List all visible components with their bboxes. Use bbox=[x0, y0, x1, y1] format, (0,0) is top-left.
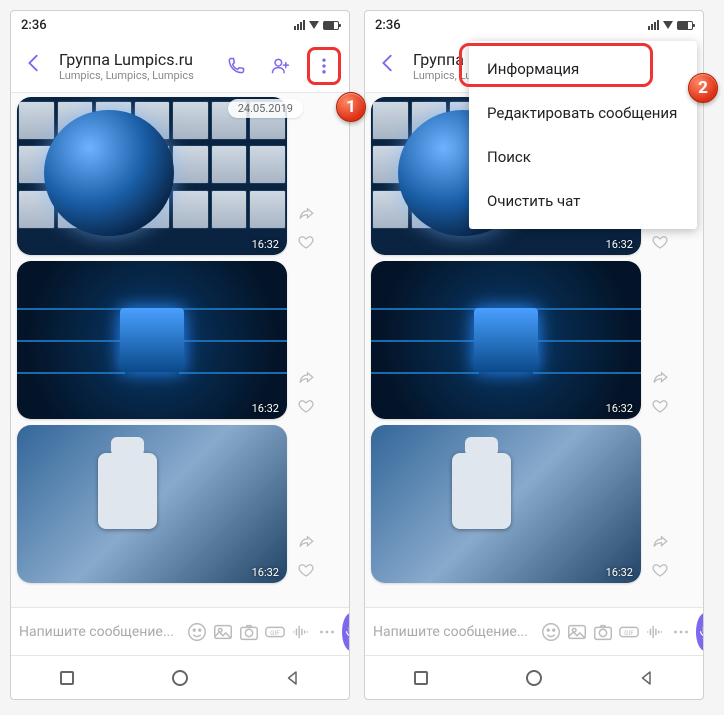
like-icon[interactable] bbox=[651, 561, 669, 583]
more-input-icon[interactable] bbox=[316, 617, 338, 647]
like-icon[interactable] bbox=[297, 561, 315, 583]
svg-text:GIF: GIF bbox=[270, 628, 280, 636]
sticker-icon[interactable] bbox=[540, 617, 562, 647]
battery-icon bbox=[323, 21, 339, 30]
chat-title: Группа Lumpics.ru bbox=[59, 50, 209, 69]
message-time: 16:32 bbox=[606, 402, 633, 415]
share-icon[interactable] bbox=[297, 369, 315, 391]
like-icon[interactable] bbox=[297, 233, 315, 255]
menu-search[interactable]: Поиск bbox=[469, 135, 697, 179]
input-bar: Напишите сообщение... GIF bbox=[11, 607, 349, 655]
gif-icon[interactable]: GIF bbox=[264, 617, 286, 647]
chat-header: Группа Lumpics.ru Lumpics, Lumpics, Lump… bbox=[11, 39, 349, 93]
menu-edit-messages[interactable]: Редактировать сообщения bbox=[469, 91, 697, 135]
nav-recent[interactable] bbox=[47, 658, 87, 698]
nav-home[interactable] bbox=[160, 658, 200, 698]
share-icon[interactable] bbox=[651, 533, 669, 555]
like-icon[interactable] bbox=[651, 397, 669, 419]
back-button[interactable] bbox=[19, 48, 49, 84]
message-time: 16:32 bbox=[606, 238, 633, 251]
back-button[interactable] bbox=[373, 48, 403, 84]
message-input[interactable]: Напишите сообщение... bbox=[19, 624, 178, 640]
share-icon[interactable] bbox=[297, 205, 315, 227]
status-time: 2:36 bbox=[375, 18, 401, 33]
signal-icon bbox=[648, 20, 659, 30]
call-button[interactable] bbox=[219, 49, 253, 83]
message-time: 16:32 bbox=[252, 402, 279, 415]
more-button[interactable] bbox=[312, 52, 336, 80]
mic-button[interactable] bbox=[696, 613, 704, 651]
menu-clear-chat[interactable]: Очистить чат bbox=[469, 179, 697, 223]
camera-icon[interactable] bbox=[592, 617, 614, 647]
nav-home[interactable] bbox=[514, 658, 554, 698]
message-actions bbox=[287, 205, 321, 255]
image-message[interactable]: 16:32 bbox=[371, 261, 641, 419]
share-icon[interactable] bbox=[651, 369, 669, 391]
input-bar: Напишите сообщение... GIF bbox=[365, 607, 703, 655]
message-row: 16:32 bbox=[371, 425, 697, 583]
step-badge-1: 1 bbox=[336, 92, 366, 122]
image-message[interactable]: 16:32 bbox=[17, 261, 287, 419]
message-actions bbox=[287, 369, 321, 419]
svg-text:GIF: GIF bbox=[624, 628, 634, 636]
wifi-icon bbox=[309, 21, 319, 29]
mic-button[interactable] bbox=[342, 613, 350, 651]
image-message[interactable]: 16:32 bbox=[371, 425, 641, 583]
status-icons bbox=[294, 20, 339, 30]
image-message[interactable]: 16:32 bbox=[17, 97, 287, 255]
android-navbar bbox=[11, 655, 349, 699]
image-message[interactable]: 16:32 bbox=[17, 425, 287, 583]
message-row: 16:32 bbox=[17, 425, 343, 583]
message-row: 16:32 bbox=[17, 261, 343, 419]
wifi-icon bbox=[663, 21, 673, 29]
gallery-icon[interactable] bbox=[212, 617, 234, 647]
message-time: 16:32 bbox=[606, 566, 633, 579]
nav-back[interactable] bbox=[273, 658, 313, 698]
phone-right: 2:36 Группа Lumpics.ru Lumpics, Lumpics,… bbox=[364, 10, 704, 700]
nav-recent[interactable] bbox=[401, 658, 441, 698]
audio-wave-icon[interactable] bbox=[644, 617, 666, 647]
message-row: 16:32 bbox=[17, 97, 343, 255]
sticker-icon[interactable] bbox=[186, 617, 208, 647]
android-navbar bbox=[365, 655, 703, 699]
header-titles[interactable]: Группа Lumpics.ru Lumpics, Lumpics, Lump… bbox=[59, 50, 209, 82]
signal-icon bbox=[294, 20, 305, 30]
nav-back[interactable] bbox=[627, 658, 667, 698]
status-bar: 2:36 bbox=[365, 11, 703, 39]
camera-icon[interactable] bbox=[238, 617, 260, 647]
step-badge-2: 2 bbox=[688, 73, 718, 103]
message-input[interactable]: Напишите сообщение... bbox=[373, 624, 532, 640]
message-time: 16:32 bbox=[252, 566, 279, 579]
share-icon[interactable] bbox=[297, 533, 315, 555]
gif-icon[interactable]: GIF bbox=[618, 617, 640, 647]
more-button-highlight bbox=[307, 47, 341, 85]
message-time: 16:32 bbox=[252, 238, 279, 251]
overflow-menu: Информация Редактировать сообщения Поиск… bbox=[469, 41, 697, 229]
menu-info[interactable]: Информация bbox=[469, 47, 697, 91]
chat-body[interactable]: 24.05.2019 16:32 bbox=[11, 93, 349, 607]
chat-subtitle: Lumpics, Lumpics, Lumpics bbox=[59, 69, 209, 82]
audio-wave-icon[interactable] bbox=[290, 617, 312, 647]
status-bar: 2:36 bbox=[11, 11, 349, 39]
date-pill: 24.05.2019 bbox=[228, 99, 303, 118]
message-row: 16:32 bbox=[371, 261, 697, 419]
like-icon[interactable] bbox=[297, 397, 315, 419]
like-icon[interactable] bbox=[651, 233, 669, 255]
message-actions bbox=[287, 533, 321, 583]
more-input-icon[interactable] bbox=[670, 617, 692, 647]
battery-icon bbox=[677, 21, 693, 30]
status-icons bbox=[648, 20, 693, 30]
tutorial-two-pane: 2:36 Группа Lumpics.ru Lumpics, Lumpics,… bbox=[0, 0, 724, 710]
gallery-icon[interactable] bbox=[566, 617, 588, 647]
status-time: 2:36 bbox=[21, 18, 47, 33]
add-member-button[interactable] bbox=[263, 49, 297, 83]
phone-left: 2:36 Группа Lumpics.ru Lumpics, Lumpics,… bbox=[10, 10, 350, 700]
